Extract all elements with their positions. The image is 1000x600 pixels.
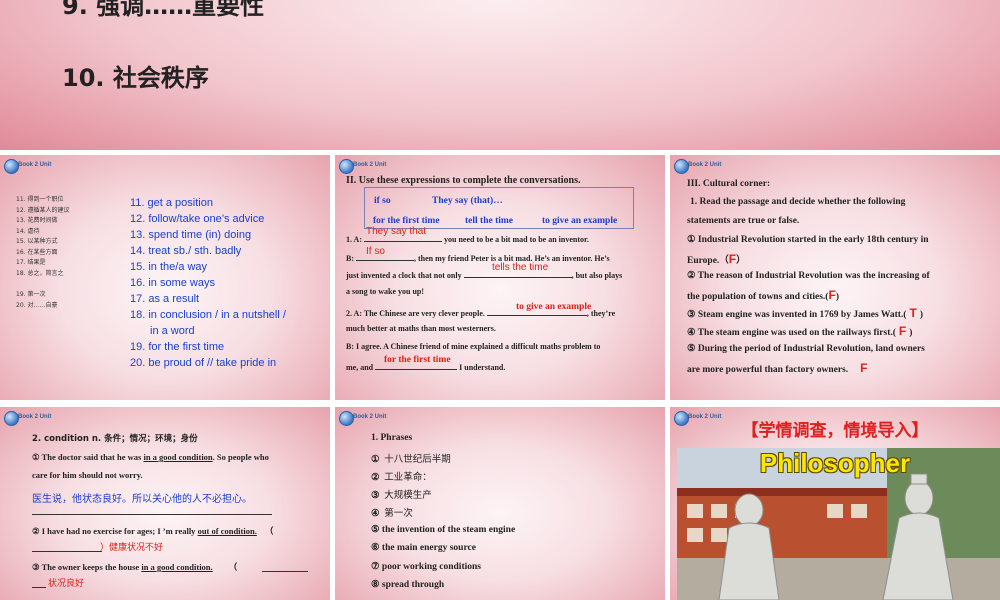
list-item: 19. for the first time [130, 341, 225, 353]
conversation-line: B: , then my friend Peter is a bit mad. … [346, 251, 610, 263]
conversation-line: much better at maths than most westerner… [346, 324, 496, 333]
list-item: 20. be proud of // take pride in [130, 357, 277, 369]
example-3-answer: 状况良好 [48, 579, 85, 589]
list-item: 11. get a position [130, 197, 213, 209]
list-item: ⑤ the invention of the steam engine [371, 525, 516, 535]
list-item: 13. 花费时间做 [16, 217, 58, 224]
english-phrase-list: 11. get a position 12. follow/take one’s… [130, 195, 286, 371]
logo-icon: Book 2 Unit [4, 159, 52, 174]
list-item-10: 10. 社会秩序 [62, 64, 209, 92]
list-item: 18. in conclusion / in a nutshell / [130, 309, 286, 321]
list-item: in a word [150, 325, 195, 337]
list-item: 11. 得到一个职位 [16, 196, 64, 203]
expression-give-example: to give an example [542, 216, 618, 226]
example-3: ③ The owner keeps the house in a good co… [32, 562, 238, 572]
answer-line [262, 571, 308, 572]
expression-they-say: They say (that)… [432, 196, 503, 206]
statement-1-end: Europe.（F） [687, 252, 746, 266]
list-item: ⑥ the main energy source [371, 543, 476, 553]
section-header: 【学情调查，情境导入】 [741, 421, 929, 441]
section-heading: III. Cultural corner: [687, 179, 771, 189]
answer-line [32, 551, 102, 552]
list-item: ② 工业革命： [371, 472, 432, 483]
answer-if-so: If so [366, 246, 385, 257]
conversation-line: just invented a clock that not only , bu… [346, 268, 622, 280]
logo-icon: Book 2 Unit [674, 159, 722, 174]
expression-first-time: for the first time [373, 216, 440, 226]
answer-t: T [909, 306, 917, 320]
slide-top: 9. 强调……重要性 10. 社会秩序 [0, 0, 1000, 150]
statement-5-end: are more powerful than factory owners. F [687, 361, 868, 375]
expression-tell-time: tell the time [465, 216, 514, 226]
statement-2-end: the population of towns and cities.(F) [687, 288, 839, 302]
phrases-heading: 1. Phrases [371, 433, 413, 443]
answer-line [32, 514, 272, 515]
example-2-answer: ）健康状况不好 [100, 543, 164, 553]
expression-if-so: if so [374, 196, 391, 206]
list-item: 18. 总之，简言之 [16, 269, 64, 277]
example-2: ② I have had no exercise for ages; I ’m … [32, 526, 274, 536]
instruction-text: 1. Read the passage and decide whether t… [690, 197, 906, 207]
statement-4: ④ The steam engine was used on the railw… [687, 324, 913, 338]
list-item: 20. 对……自豪 [16, 301, 58, 309]
list-item: 16. 在某些方面 [16, 248, 58, 256]
slide-intro[interactable]: Book 2 Unit 【学情调查，情境导入】 Philosopher [670, 407, 1000, 600]
answer-give-example: to give an example [516, 302, 592, 312]
list-item: 15. 以某种方式 [16, 238, 58, 245]
logo-icon: Book 2 Unit [339, 159, 387, 174]
list-item: ④ 第一次 [371, 508, 413, 519]
list-item: ③ 大规模生产 [371, 490, 432, 501]
example-1-cont: care for him should not worry. [32, 470, 143, 480]
answer-f: F [828, 288, 836, 302]
statement-3: ③ Steam engine was invented in 1769 by J… [687, 306, 923, 320]
chinese-phrase-list: 11. 得到一个职位 12. 遵循某人的建议 13. 花费时间做 14. 虐待 … [16, 195, 69, 311]
answer-f: F [898, 324, 907, 338]
answer-f: F [860, 361, 868, 375]
list-item: 16. in some ways [130, 277, 215, 289]
list-item: 17. 结果是 [16, 259, 46, 266]
answer-line [32, 587, 46, 588]
statement-1: ① Industrial Revolution started in the e… [687, 235, 929, 245]
conversation-line: B: I agree. A Chinese friend of mine exp… [346, 342, 601, 351]
logo-icon: Book 2 Unit [4, 411, 52, 426]
conversation-line: a song to wake you up! [346, 287, 425, 296]
exercise-title: II. Use these expressions to complete th… [346, 175, 581, 186]
answer-tells-the-time: tells the time [492, 262, 549, 273]
list-item: 14. treat sb./ sth. badly [130, 245, 242, 257]
answer-they-say-that: They say that [366, 226, 427, 237]
list-item-9: 9. 强调……重要性 [62, 0, 265, 20]
instruction-text: statements are true or false. [687, 216, 800, 226]
list-item: 17. as a result [130, 293, 200, 305]
example-1-translation: 医生说，他状态良好。所以关心他的人不必担心。 [32, 494, 252, 505]
list-item: 12. follow/take one’s advice [130, 213, 265, 225]
list-item: 19. 第一次 [16, 291, 46, 298]
list-item: 14. 虐待 [16, 227, 40, 235]
list-item: ① 十八世纪后半期 [371, 454, 451, 465]
answer-first-time: for the first time [384, 355, 451, 365]
list-item: 15. in the/a way [130, 261, 208, 273]
list-item: ⑧ spread through [371, 580, 445, 590]
example-1: ① The doctor said that he was in a good … [32, 452, 269, 462]
list-item: ⑦ poor working conditions [371, 562, 481, 572]
logo-icon: Book 2 Unit [339, 411, 387, 426]
list-item: 12. 遵循某人的建议 [16, 206, 70, 214]
statement-2: ② The reason of Industrial Revolution wa… [687, 271, 930, 281]
statement-5: ⑤ During the period of Industrial Revolu… [687, 344, 925, 354]
list-item: 13. spend time (in) doing [130, 229, 252, 241]
philosopher-caption: Philosopher [759, 448, 911, 478]
vocab-heading: 2. condition n. 条件；情况；环境；身份 [32, 434, 198, 444]
